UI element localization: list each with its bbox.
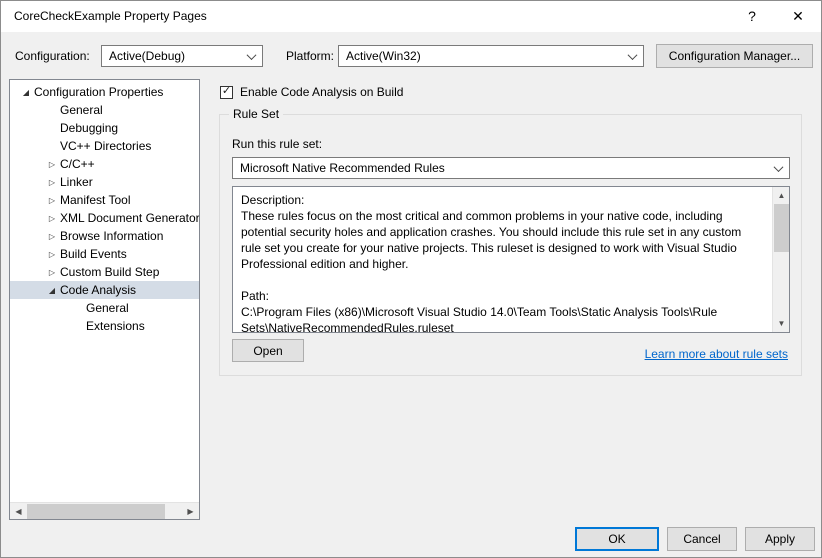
tree-collapsed-icon[interactable]: ▷ <box>44 196 60 205</box>
rule-set-description-text: Description: These rules focus on the mo… <box>233 187 772 332</box>
configuration-value: Active(Debug) <box>109 49 186 63</box>
rule-set-group-title: Rule Set <box>229 107 284 121</box>
config-tree-panel: ◢ Configuration Properties General Debuggin… <box>9 79 200 520</box>
tree-item-label: Code Analysis <box>60 283 137 297</box>
tree-item-c-c-[interactable]: ▷ C/C++ <box>10 155 199 173</box>
tree-item-configuration-properties[interactable]: ◢ Configuration Properties <box>10 83 199 101</box>
ok-button[interactable]: OK <box>575 527 659 551</box>
description-body: These rules focus on the most critical a… <box>241 209 742 271</box>
path-label: Path: <box>241 289 270 303</box>
tree-collapsed-icon[interactable]: ▷ <box>44 268 60 277</box>
title-bar: CoreCheckExample Property Pages ? ✕ <box>1 1 821 32</box>
tree-item-general[interactable]: General <box>10 101 199 119</box>
help-button[interactable]: ? <box>729 1 775 32</box>
tree-horizontal-scrollbar[interactable]: ◀ ▶ <box>10 502 199 519</box>
tree-scrollbar-thumb[interactable] <box>27 504 165 519</box>
path-value: C:\Program Files (x86)\Microsoft Visual … <box>241 305 718 332</box>
tree-collapsed-icon[interactable]: ▷ <box>44 214 60 223</box>
description-label: Description: <box>241 193 305 207</box>
scroll-right-icon[interactable]: ▶ <box>182 503 199 519</box>
tree-collapsed-icon[interactable]: ▷ <box>44 232 60 241</box>
tree-item-label: Browse Information <box>60 229 164 243</box>
scroll-up-icon[interactable]: ▲ <box>773 187 789 204</box>
configuration-manager-button[interactable]: Configuration Manager... <box>656 44 813 68</box>
enable-code-analysis-checkbox[interactable]: ✓ <box>220 85 233 99</box>
tree-item-general[interactable]: General <box>10 299 199 317</box>
tree-item-label: Configuration Properties <box>34 85 164 99</box>
tree-expanded-icon[interactable]: ◢ <box>18 88 34 97</box>
scroll-down-icon[interactable]: ▼ <box>773 315 789 332</box>
open-button[interactable]: Open <box>232 339 304 362</box>
tree-item-label: C/C++ <box>60 157 95 171</box>
rule-set-value: Microsoft Native Recommended Rules <box>240 161 445 175</box>
tree-item-custom-build-step[interactable]: ▷ Custom Build Step <box>10 263 199 281</box>
tree-item-vc-directories[interactable]: VC++ Directories <box>10 137 199 155</box>
chevron-down-icon <box>240 46 262 66</box>
tree-item-browse-information[interactable]: ▷ Browse Information <box>10 227 199 245</box>
tree-item-label: Linker <box>60 175 93 189</box>
scroll-left-icon[interactable]: ◀ <box>10 503 27 519</box>
platform-dropdown[interactable]: Active(Win32) <box>338 45 644 67</box>
tree-item-build-events[interactable]: ▷ Build Events <box>10 245 199 263</box>
tree-item-code-analysis[interactable]: ◢ Code Analysis <box>10 281 199 299</box>
tree-item-label: Custom Build Step <box>60 265 160 279</box>
tree-collapsed-icon[interactable]: ▷ <box>44 250 60 259</box>
tree-item-label: General <box>60 103 103 117</box>
tree-item-label: XML Document Generator <box>60 211 199 225</box>
checkmark-icon: ✓ <box>221 85 232 97</box>
tree-item-label: VC++ Directories <box>60 139 152 153</box>
tree-item-label: Debugging <box>60 121 119 135</box>
tree-item-extensions[interactable]: Extensions <box>10 317 199 335</box>
tree-item-linker[interactable]: ▷ Linker <box>10 173 199 191</box>
learn-more-link[interactable]: Learn more about rule sets <box>645 347 788 361</box>
configuration-dropdown[interactable]: Active(Debug) <box>101 45 263 67</box>
window-title: CoreCheckExample Property Pages <box>14 9 207 23</box>
enable-code-analysis-label: Enable Code Analysis on Build <box>240 85 404 99</box>
tree-item-label: General <box>86 301 129 315</box>
rule-set-description-box: Description: These rules focus on the mo… <box>232 186 790 333</box>
tree-expanded-icon[interactable]: ◢ <box>44 286 60 295</box>
chevron-down-icon <box>767 158 789 178</box>
rule-set-dropdown[interactable]: Microsoft Native Recommended Rules <box>232 157 790 179</box>
tree-item-label: Extensions <box>86 319 145 333</box>
enable-code-analysis-row[interactable]: ✓ Enable Code Analysis on Build <box>220 84 403 100</box>
tree-collapsed-icon[interactable]: ▷ <box>44 178 60 187</box>
tree-item-label: Build Events <box>60 247 127 261</box>
run-rule-set-label: Run this rule set: <box>232 137 323 151</box>
config-tree: ◢ Configuration Properties General Debuggin… <box>10 83 199 502</box>
description-scrollbar-thumb[interactable] <box>774 204 789 252</box>
close-button[interactable]: ✕ <box>775 1 821 32</box>
tree-item-manifest-tool[interactable]: ▷ Manifest Tool <box>10 191 199 209</box>
configuration-label: Configuration: <box>15 49 90 63</box>
description-scrollbar[interactable]: ▲ ▼ <box>772 187 789 332</box>
platform-value: Active(Win32) <box>346 49 421 63</box>
tree-item-debugging[interactable]: Debugging <box>10 119 199 137</box>
cancel-button[interactable]: Cancel <box>667 527 737 551</box>
property-pages-dialog: CoreCheckExample Property Pages ? ✕ Conf… <box>0 0 822 558</box>
chevron-down-icon <box>621 46 643 66</box>
platform-label: Platform: <box>286 49 335 63</box>
tree-collapsed-icon[interactable]: ▷ <box>44 160 60 169</box>
apply-button[interactable]: Apply <box>745 527 815 551</box>
tree-item-label: Manifest Tool <box>60 193 131 207</box>
tree-item-xml-document-generator[interactable]: ▷ XML Document Generator <box>10 209 199 227</box>
